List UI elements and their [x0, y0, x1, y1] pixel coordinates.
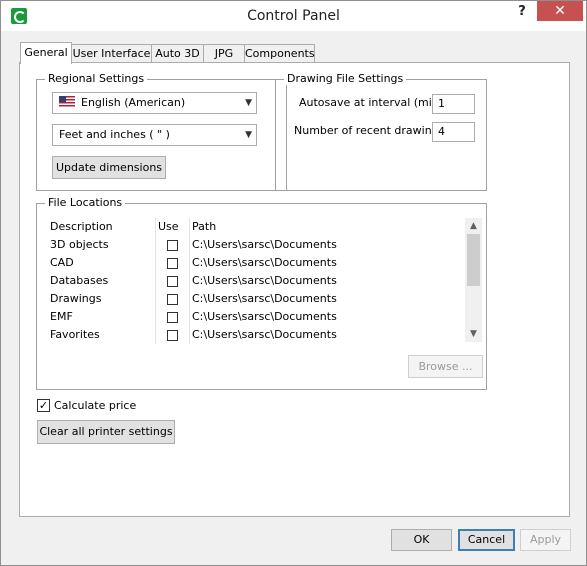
tab-components[interactable]: Components — [244, 44, 315, 63]
row-description[interactable]: EMF — [50, 308, 73, 326]
row-description[interactable]: CAD — [50, 254, 74, 272]
column-header-description[interactable]: Description — [50, 218, 113, 236]
row-path[interactable]: C:\Users\sarsc\Documents — [192, 290, 337, 308]
column-header-use[interactable]: Use — [158, 218, 179, 236]
us-flag-icon — [59, 96, 75, 107]
file-locations-table[interactable]: Description Use Path 3D objects C:\Users… — [48, 218, 468, 344]
scroll-thumb[interactable] — [467, 234, 480, 286]
update-dimensions-button[interactable]: Update dimensions — [52, 156, 166, 179]
row-path[interactable]: C:\Users\sarsc\Documents — [192, 272, 337, 290]
use-checkbox[interactable] — [167, 276, 178, 287]
file-locations-label: File Locations — [45, 196, 126, 209]
row-path[interactable]: C:\Users\sarsc\Documents — [192, 236, 337, 254]
column-divider — [155, 218, 156, 344]
window-title: Control Panel — [247, 8, 340, 24]
use-checkbox[interactable] — [167, 312, 178, 323]
tab-jpg[interactable]: JPG — [203, 44, 245, 63]
apply-button[interactable]: Apply — [520, 529, 571, 551]
calculate-price-checkbox[interactable]: ✓ — [37, 399, 50, 412]
scroll-up-icon[interactable]: ▲ — [465, 218, 482, 234]
language-select[interactable]: English (American) ▼ — [52, 92, 257, 114]
column-divider — [189, 218, 190, 344]
tab-general[interactable]: General — [20, 42, 72, 64]
units-value: Feet and inches ( " ) — [59, 128, 170, 141]
use-checkbox[interactable] — [167, 294, 178, 305]
use-checkbox[interactable] — [167, 258, 178, 269]
help-button[interactable]: ? — [510, 4, 534, 22]
file-locations-group: File Locations Description Use Path 3D o… — [36, 196, 487, 390]
clear-printer-settings-button[interactable]: Clear all printer settings — [37, 420, 175, 444]
recent-drawings-label: Number of recent drawings — [294, 124, 445, 137]
recent-drawings-input[interactable]: 4 — [432, 122, 475, 142]
regional-settings-group: Regional Settings English (American) ▼ F… — [36, 72, 287, 191]
language-value: English (American) — [81, 96, 186, 109]
title-bar: Control Panel ? ✕ — [1, 1, 586, 31]
ok-button[interactable]: OK — [391, 529, 452, 551]
column-header-path[interactable]: Path — [192, 218, 216, 236]
row-description[interactable]: Favorites — [50, 326, 100, 344]
autosave-label: Autosave at interval (min) — [299, 96, 444, 109]
browse-button[interactable]: Browse ... — [408, 355, 483, 378]
chevron-down-icon: ▼ — [245, 130, 252, 140]
close-icon: ✕ — [554, 3, 566, 19]
control-panel-window: Control Panel ? ✕ General User Interface… — [0, 0, 587, 566]
general-tab-panel: Regional Settings English (American) ▼ F… — [19, 62, 570, 517]
tab-user-interface[interactable]: User Interface — [71, 44, 152, 63]
calculate-price-label[interactable]: Calculate price — [54, 399, 136, 412]
table-scrollbar[interactable]: ▲ ▼ — [465, 218, 482, 342]
chevron-down-icon: ▼ — [245, 98, 252, 108]
scroll-down-icon[interactable]: ▼ — [465, 326, 482, 342]
tab-auto-3d[interactable]: Auto 3D — [151, 44, 204, 63]
drawing-file-settings-label: Drawing File Settings — [284, 72, 407, 85]
row-description[interactable]: 3D objects — [50, 236, 109, 254]
drawing-file-settings-group: Drawing File Settings Autosave at interv… — [275, 72, 487, 191]
units-select[interactable]: Feet and inches ( " ) ▼ — [52, 124, 257, 146]
row-path[interactable]: C:\Users\sarsc\Documents — [192, 326, 337, 344]
row-path[interactable]: C:\Users\sarsc\Documents — [192, 254, 337, 272]
regional-settings-label: Regional Settings — [45, 72, 148, 85]
use-checkbox[interactable] — [167, 240, 178, 251]
checkmark-icon: ✓ — [38, 399, 49, 412]
autosave-interval-input[interactable]: 1 — [432, 94, 475, 114]
cancel-button[interactable]: Cancel — [458, 529, 515, 551]
row-description[interactable]: Databases — [50, 272, 108, 290]
row-description[interactable]: Drawings — [50, 290, 101, 308]
close-button[interactable]: ✕ — [537, 1, 583, 21]
use-checkbox[interactable] — [167, 330, 178, 341]
row-path[interactable]: C:\Users\sarsc\Documents — [192, 308, 337, 326]
